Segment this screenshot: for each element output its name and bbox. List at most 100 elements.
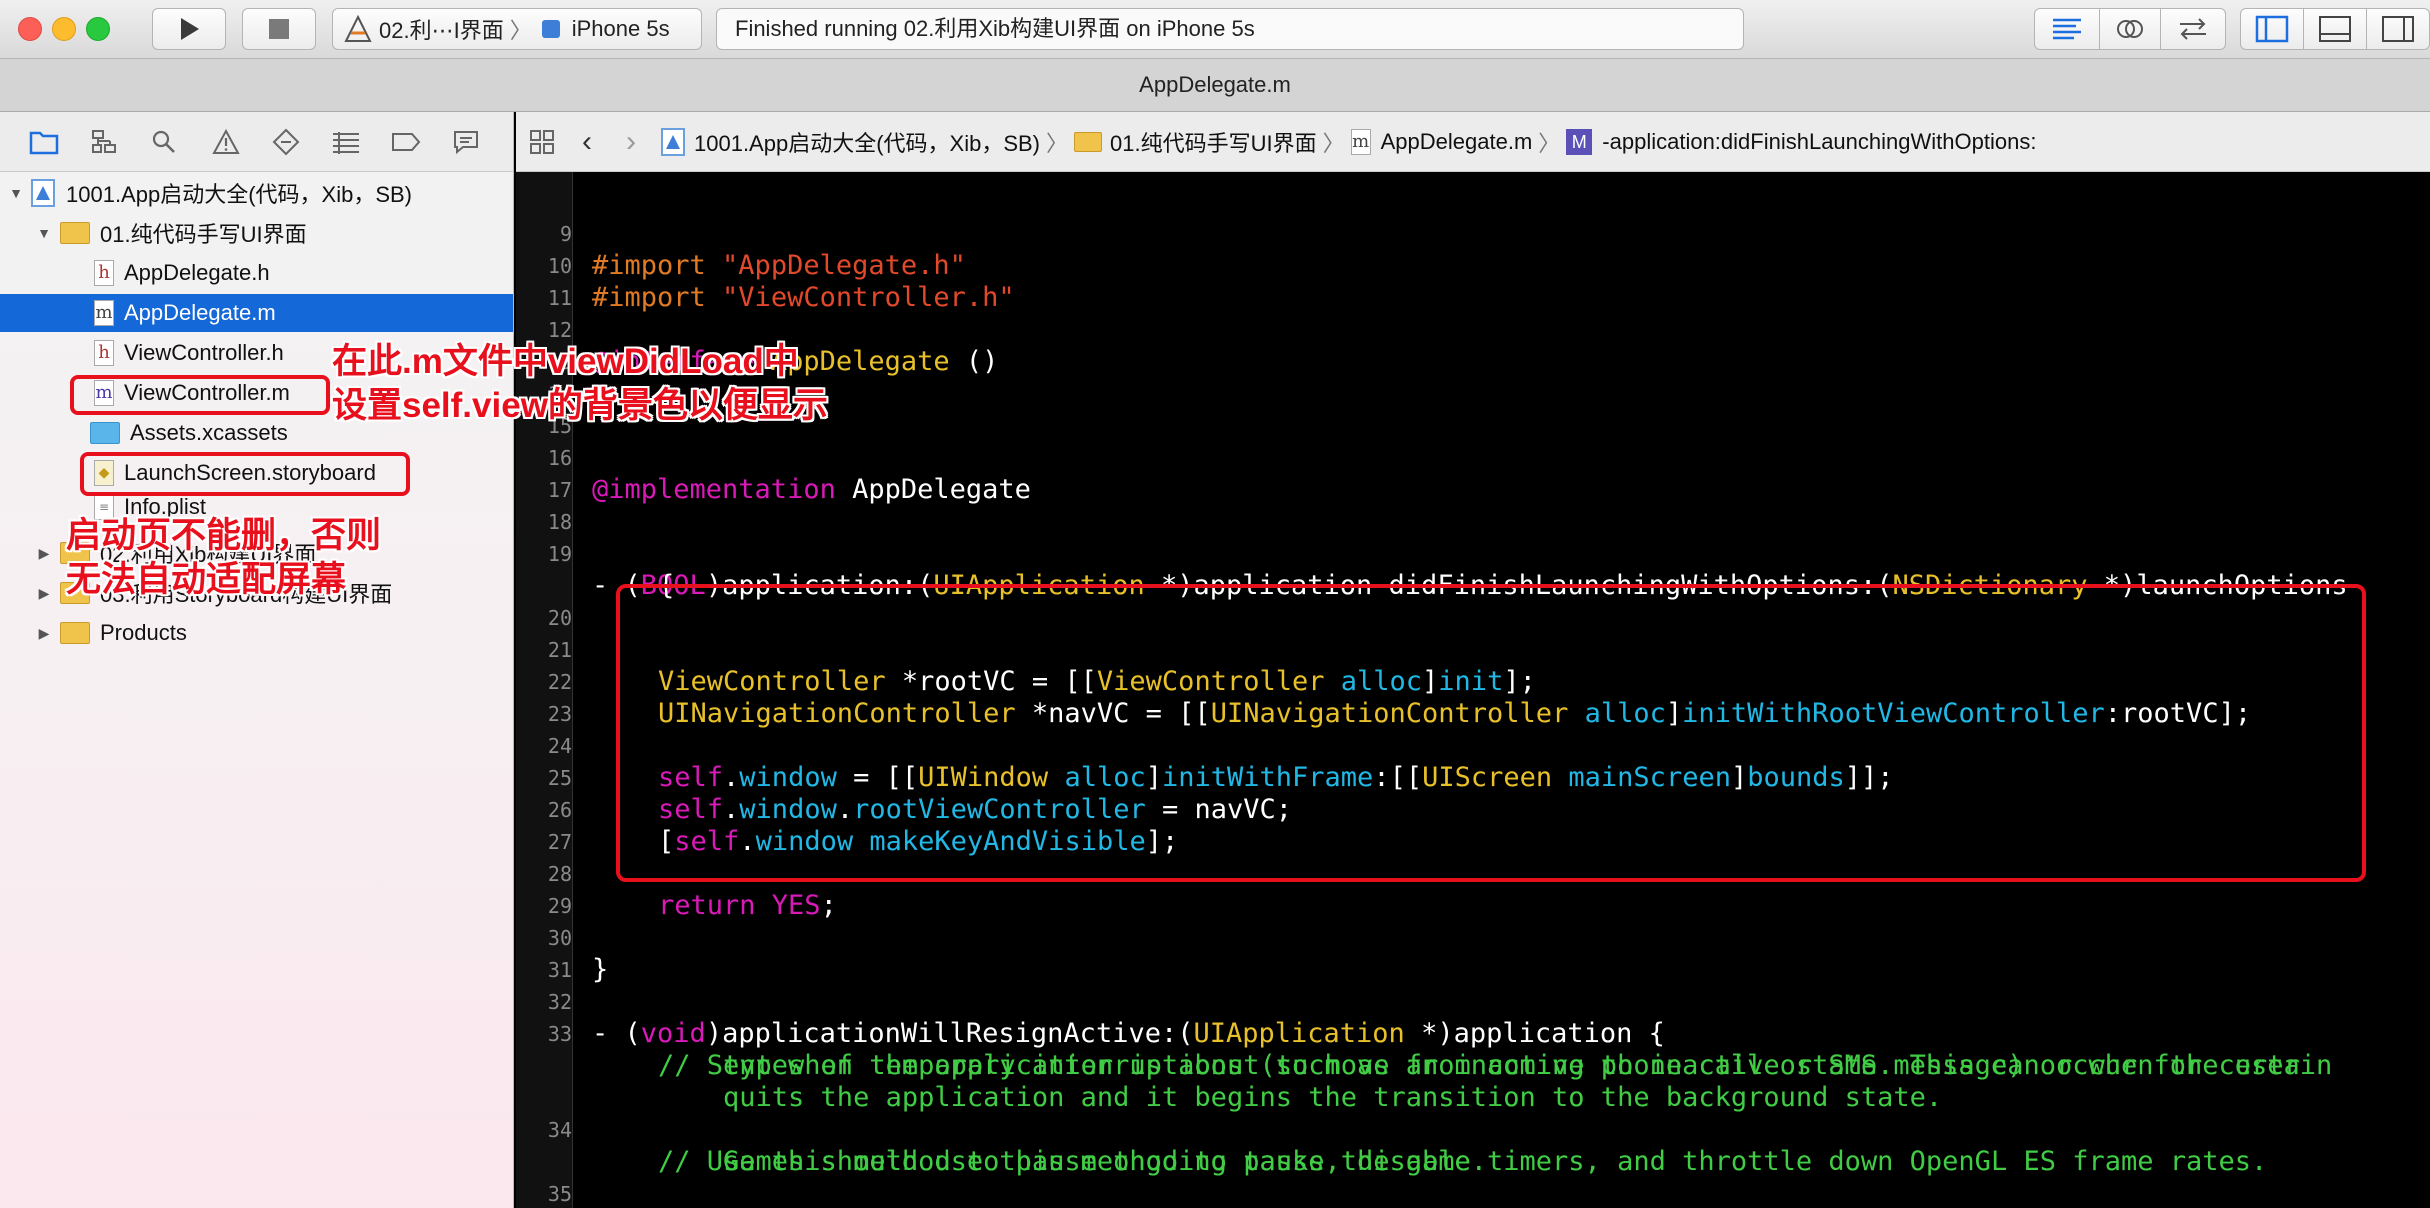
back-arrow-icon[interactable]: ‹ bbox=[582, 125, 592, 159]
assistant-editor-icon bbox=[2117, 20, 2143, 38]
run-button[interactable] bbox=[152, 8, 226, 50]
tree-item-project[interactable]: ▼ 1001.App启动大全(代码，Xib，SB) bbox=[0, 174, 513, 212]
annotation-box-code-block bbox=[616, 584, 2366, 882]
path-separator-icon: 〉 bbox=[1322, 130, 1345, 156]
annotation-box-launchscreen bbox=[80, 452, 410, 496]
version-editor-button[interactable] bbox=[2160, 8, 2226, 50]
tree-item-label: ViewController.h bbox=[124, 340, 284, 365]
version-editor-icon bbox=[2180, 18, 2206, 40]
window-toolbar: 02.利⋯I界面 〉 iPhone 5s Finished running 02… bbox=[0, 0, 2430, 59]
jump-bar: ‹ › 1001.App启动大全(代码，Xib，SB) 〉 01.纯代码手写UI… bbox=[516, 112, 2430, 172]
zoom-window-button[interactable] bbox=[86, 17, 110, 41]
disclosure-closed-icon[interactable]: ▶ bbox=[36, 585, 52, 602]
editor-tab[interactable]: AppDelegate.m bbox=[0, 59, 2430, 112]
path-separator-icon: 〉 bbox=[1538, 130, 1561, 156]
debug-pane-icon bbox=[2319, 16, 2351, 42]
test-diamond-icon bbox=[272, 128, 300, 156]
utilities-toggle-button[interactable] bbox=[2366, 8, 2430, 50]
navigator-toggle-button[interactable] bbox=[2240, 8, 2304, 50]
code-line: 17 bbox=[516, 442, 2430, 502]
code-line: 19 - (BOOL)application:(UIApplication *)… bbox=[516, 506, 2430, 601]
code-line: 34 // Use this method to pause ongoing t… bbox=[516, 1082, 2430, 1177]
code-line: 30 } bbox=[516, 890, 2430, 985]
tree-item-label: Assets.xcassets bbox=[130, 420, 288, 445]
debug-gauge-icon bbox=[333, 132, 359, 154]
folder-icon bbox=[29, 131, 59, 155]
folder-icon bbox=[60, 222, 90, 244]
code-line: 11 bbox=[516, 250, 2430, 310]
standard-editor-icon bbox=[2053, 18, 2081, 40]
asset-catalog-icon bbox=[90, 422, 120, 444]
minimize-window-button[interactable] bbox=[52, 17, 76, 41]
symbol-navigator-tab[interactable] bbox=[88, 126, 120, 158]
disclosure-open-icon[interactable]: ▼ bbox=[8, 185, 24, 201]
tree-item-label: 01.纯代码手写UI界面 bbox=[100, 222, 307, 247]
find-navigator-tab[interactable] bbox=[148, 126, 180, 158]
folder-icon bbox=[1074, 131, 1103, 152]
tree-item-label: AppDelegate.h bbox=[124, 260, 270, 285]
tree-item-label: Products bbox=[100, 620, 187, 645]
issue-navigator-tab[interactable] bbox=[210, 126, 242, 158]
code-line: { bbox=[658, 570, 675, 601]
code-line: 32 - (void)applicationWillResignActive:(… bbox=[516, 954, 2430, 1049]
xcode-project-icon bbox=[31, 179, 55, 207]
standard-editor-button[interactable] bbox=[2034, 8, 2100, 50]
tree-item-label: AppDelegate.m bbox=[124, 300, 276, 325]
code-line: types of temporary interruptions (such a… bbox=[658, 1050, 2300, 1081]
code-line: 18 bbox=[516, 474, 2430, 534]
hierarchy-icon bbox=[92, 130, 116, 153]
code-line: 35 } bbox=[516, 1146, 2430, 1206]
debug-navigator-tab[interactable] bbox=[330, 126, 362, 158]
report-navigator-tab[interactable] bbox=[450, 126, 482, 158]
folder-icon bbox=[60, 622, 90, 644]
assistant-editor-button[interactable] bbox=[2099, 8, 2161, 50]
scheme-separator-icon: 〉 bbox=[509, 18, 532, 43]
code-line: 33 // Sent when the application is about… bbox=[516, 986, 2430, 1081]
test-navigator-tab[interactable] bbox=[270, 126, 302, 158]
forward-arrow-icon[interactable]: › bbox=[626, 125, 636, 159]
disclosure-closed-icon[interactable]: ▶ bbox=[36, 545, 52, 562]
related-items-icon[interactable] bbox=[528, 128, 556, 156]
close-window-button[interactable] bbox=[18, 17, 42, 41]
activity-status: Finished running 02.利用Xib构建UI界面 on iPhon… bbox=[716, 8, 1744, 50]
tree-item-group[interactable]: ▶ Products bbox=[0, 614, 513, 652]
annotation-note-viewdidload: 在此.m文件中viewDidLoad中 设置self.view的背景色以便显示 bbox=[332, 342, 828, 425]
project-navigator-tab[interactable] bbox=[28, 126, 60, 158]
code-line: 31 bbox=[516, 922, 2430, 982]
code-line: 12 @interface AppDelegate () bbox=[516, 282, 2430, 377]
project-navigator: ▼ 1001.App启动大全(代码，Xib，SB) ▼ 01.纯代码手写UI界面… bbox=[0, 172, 514, 1208]
stop-button[interactable] bbox=[242, 8, 316, 50]
method-badge-icon: M bbox=[1566, 128, 1593, 155]
jumpbar-method[interactable]: -application:didFinishLaunchingWithOptio… bbox=[1602, 129, 2036, 155]
jumpbar-project[interactable]: 1001.App启动大全(代码，Xib，SB) bbox=[694, 126, 1040, 158]
breakpoint-icon bbox=[392, 133, 421, 151]
code-line: 10 #import "ViewController.h" bbox=[516, 218, 2430, 313]
editor-tab-title: AppDelegate.m bbox=[1139, 72, 1291, 97]
header-file-icon: h bbox=[94, 340, 114, 366]
speech-bubble-icon bbox=[454, 131, 478, 155]
device-icon bbox=[541, 20, 560, 38]
debug-area-toggle-button[interactable] bbox=[2303, 8, 2367, 50]
scheme-device-label: iPhone 5s bbox=[571, 16, 670, 41]
annotation-note-launchscreen: 启动页不能删，否则 无法自动适配屏幕 bbox=[66, 516, 382, 599]
utilities-pane-icon bbox=[2382, 16, 2414, 42]
jumpbar-file[interactable]: AppDelegate.m bbox=[1381, 129, 1533, 155]
tree-item-file-selected[interactable]: m AppDelegate.m bbox=[0, 294, 513, 332]
disclosure-open-icon[interactable]: ▼ bbox=[36, 225, 52, 241]
scheme-selector[interactable]: 02.利⋯I界面 〉 iPhone 5s bbox=[332, 8, 702, 50]
annotation-box-viewcontroller-m bbox=[70, 375, 330, 415]
breakpoint-navigator-tab[interactable] bbox=[390, 126, 422, 158]
tree-item-file[interactable]: h AppDelegate.h bbox=[0, 254, 513, 292]
warning-icon bbox=[212, 129, 240, 154]
disclosure-closed-icon[interactable]: ▶ bbox=[36, 625, 52, 642]
code-line: quits the application and it begins the … bbox=[658, 1082, 1943, 1113]
navigator-selector-bar bbox=[0, 112, 514, 172]
tree-item-group[interactable]: ▼ 01.纯代码手写UI界面 bbox=[0, 214, 513, 252]
code-line: Games should use this method to pause th… bbox=[658, 1146, 1488, 1177]
play-icon bbox=[181, 18, 199, 40]
implementation-file-icon: m bbox=[94, 300, 114, 326]
path-separator-icon: 〉 bbox=[1046, 130, 1069, 156]
header-file-icon: h bbox=[94, 260, 114, 286]
jumpbar-group[interactable]: 01.纯代码手写UI界面 bbox=[1110, 126, 1317, 158]
tree-item-label: 1001.App启动大全(代码，Xib，SB) bbox=[66, 182, 412, 207]
